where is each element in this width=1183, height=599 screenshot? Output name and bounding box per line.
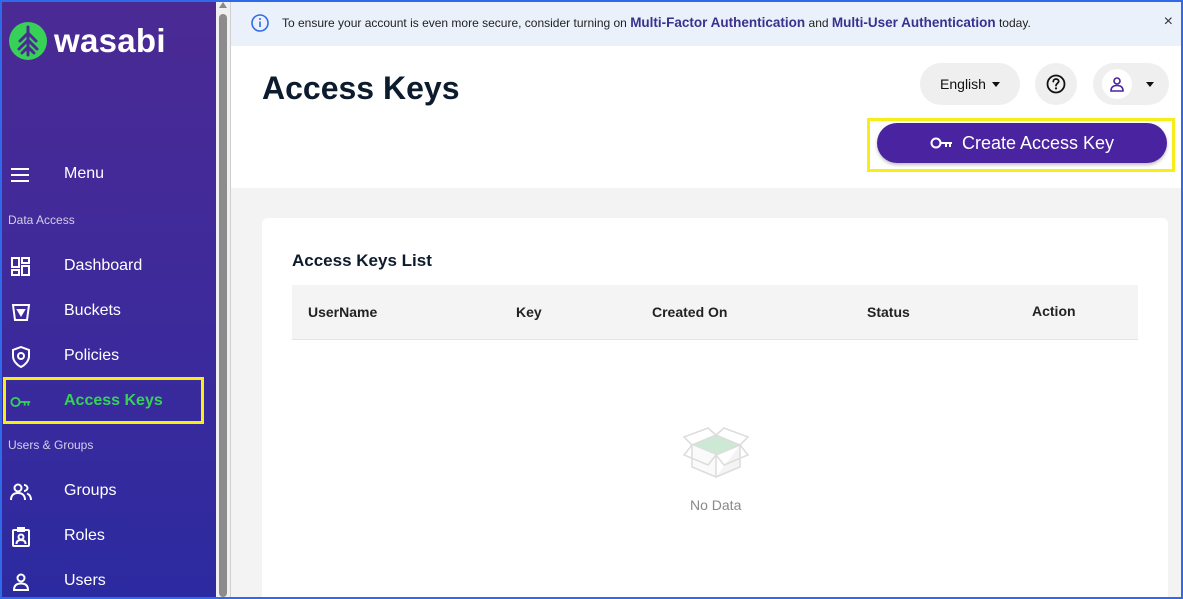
close-icon[interactable]: × <box>1164 13 1173 31</box>
sidebar-item-users[interactable]: Users <box>2 561 216 597</box>
badge-icon <box>10 526 32 548</box>
create-button-label: Create Access Key <box>961 132 1115 153</box>
banner-text: To ensure your account is even more secu… <box>282 15 1031 30</box>
empty-box-icon <box>682 425 750 484</box>
user-menu-button[interactable] <box>1093 63 1169 105</box>
sidebar-item-groups[interactable]: Groups <box>2 471 216 511</box>
menu-toggle[interactable]: Menu <box>2 154 216 194</box>
language-selector[interactable]: English <box>920 63 1020 105</box>
sidebar-item-access-keys[interactable]: Access Keys <box>2 381 216 421</box>
info-icon <box>251 14 269 35</box>
column-header-action[interactable]: Action <box>1032 303 1076 319</box>
group-icon <box>10 481 32 503</box>
menu-label: Menu <box>64 165 105 182</box>
sidebar-item-label: Groups <box>64 482 117 499</box>
shield-icon <box>10 346 32 368</box>
help-icon <box>1046 74 1066 94</box>
sidebar-item-label: Users <box>64 572 106 589</box>
security-banner: To ensure your account is even more secu… <box>231 2 1181 46</box>
page-header: Access Keys English Create Access Key <box>231 46 1181 188</box>
table-header: UserName Key Created On Status Action <box>292 285 1138 340</box>
access-keys-card: Access Keys List UserName Key Created On… <box>262 218 1168 597</box>
chevron-down-icon <box>1146 81 1154 87</box>
wasabi-logo[interactable]: wasabi <box>8 20 166 62</box>
empty-state-text: No Data <box>690 497 742 513</box>
dashboard-icon <box>10 256 32 278</box>
column-header-created-on[interactable]: Created On <box>652 304 727 320</box>
sidebar-scrollbar[interactable] <box>216 2 231 597</box>
banner-text-part: To ensure your account is even more secu… <box>282 16 631 30</box>
sidebar: wasabi Menu Data Access Dashboard Bucket… <box>2 2 216 597</box>
wasabi-logo-icon <box>9 22 47 60</box>
create-access-key-button[interactable]: Create Access Key <box>877 123 1167 163</box>
sidebar-item-policies[interactable]: Policies <box>2 336 216 376</box>
column-header-key[interactable]: Key <box>516 304 542 320</box>
sidebar-item-label: Dashboard <box>64 257 143 274</box>
app-window: wasabi Menu Data Access Dashboard Bucket… <box>0 0 1183 599</box>
sidebar-item-buckets[interactable]: Buckets <box>2 291 216 331</box>
column-header-status[interactable]: Status <box>867 304 910 320</box>
sidebar-item-dashboard[interactable]: Dashboard <box>2 246 216 286</box>
bucket-icon <box>10 301 32 323</box>
language-label: English <box>940 76 986 92</box>
section-data-access: Data Access <box>8 213 75 227</box>
section-users-groups: Users & Groups <box>8 438 94 452</box>
banner-text-part: and <box>805 16 832 30</box>
key-icon <box>10 391 32 413</box>
help-button[interactable] <box>1035 63 1077 105</box>
scroll-up-arrow-icon[interactable] <box>219 2 227 8</box>
chevron-down-icon <box>991 81 1000 87</box>
scroll-thumb[interactable] <box>219 14 227 597</box>
avatar <box>1102 69 1132 99</box>
hamburger-icon <box>10 164 32 186</box>
page-title: Access Keys <box>262 70 460 106</box>
sidebar-item-roles[interactable]: Roles <box>2 516 216 556</box>
user-icon <box>10 571 32 593</box>
banner-text-part: today. <box>995 16 1031 30</box>
column-header-username[interactable]: UserName <box>308 304 377 320</box>
brand-name: wasabi <box>54 22 166 59</box>
mua-link[interactable]: Multi-User Authentication <box>832 15 996 30</box>
card-title: Access Keys List <box>292 251 432 270</box>
user-icon <box>1110 77 1124 92</box>
sidebar-item-label: Access Keys <box>64 392 163 409</box>
main-content: To ensure your account is even more secu… <box>231 2 1181 597</box>
sidebar-item-label: Buckets <box>64 302 121 319</box>
key-icon <box>930 137 952 149</box>
sidebar-item-label: Roles <box>64 527 105 544</box>
sidebar-item-label: Policies <box>64 347 120 364</box>
mfa-link[interactable]: Multi-Factor Authentication <box>630 15 805 30</box>
